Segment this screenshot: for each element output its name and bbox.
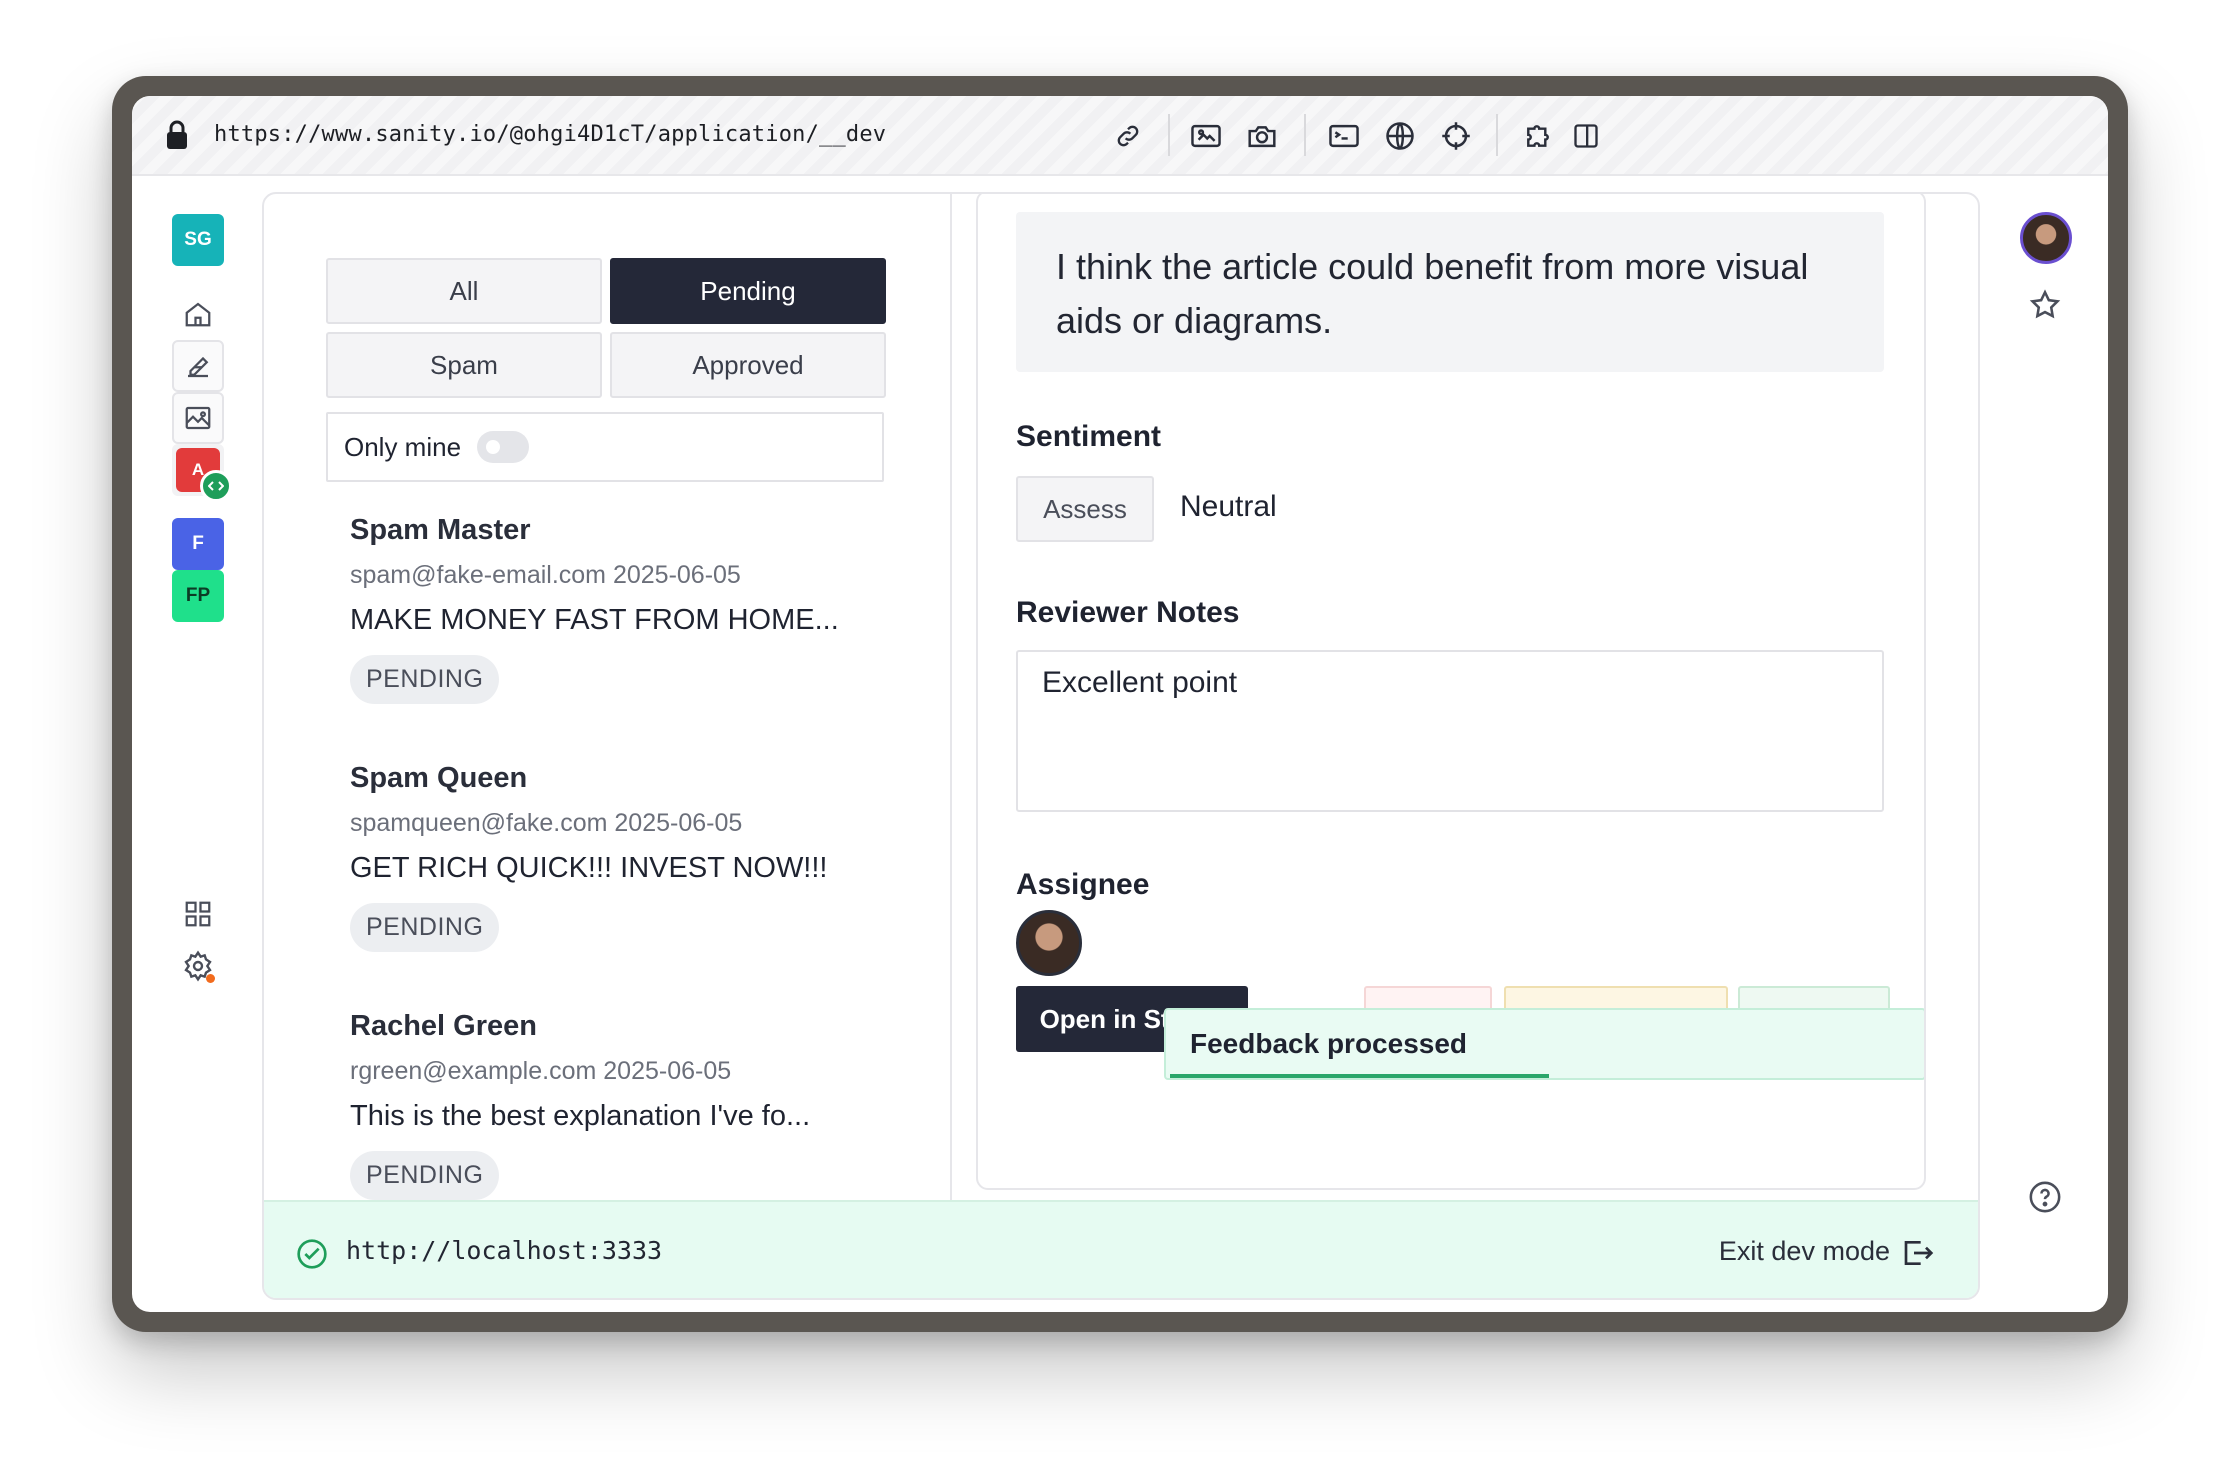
status-badge: PENDING [350,655,500,704]
entry-meta: rgreen@example.com 2025-06-05 [350,1057,732,1085]
toast-message: Feedback processed [1190,1028,1468,1059]
apps-grid-icon[interactable] [172,888,224,940]
entry-name: Spam Queen [350,762,528,794]
list-item[interactable]: Spam Queen spamqueen@fake.com 2025-06-05… [350,762,910,952]
screenshot-area-icon[interactable] [1184,114,1228,158]
dev-server-url: http://localhost:3333 [346,1236,663,1265]
star-icon[interactable] [2028,288,2062,327]
filter-spam-button[interactable]: Spam [326,332,602,398]
separator [1304,114,1306,156]
exit-dev-mode-label: Exit dev mode [1718,1236,1890,1266]
entry-text: MAKE MONEY FAST FROM HOME... [350,604,839,636]
browser-window: https://www.sanity.io/@ohgi4D1cT/applica… [132,96,2108,1312]
feedback-comment: I think the article could benefit from m… [1016,212,1884,372]
extensions-icon[interactable] [1516,114,1560,158]
image-icon[interactable] [172,392,224,444]
globe-icon[interactable] [1378,114,1422,158]
entry-meta: spam@fake-email.com 2025-06-05 [350,561,741,589]
toast-progress-bar [1170,1074,1549,1078]
list-item[interactable]: Rachel Green rgreen@example.com 2025-06-… [350,1010,910,1200]
link-icon[interactable] [1106,114,1150,158]
status-badge: PENDING [350,1151,500,1200]
assignee-label: Assignee [1016,868,1150,901]
right-rail [1994,178,2108,1312]
list-item[interactable]: Spam Master spam@fake-email.com 2025-06-… [350,514,910,704]
separator [1168,114,1170,156]
home-icon[interactable] [172,288,224,340]
avatar[interactable] [1016,910,1082,976]
app-panel: All Pending Spam Approved Only mine Spam… [262,192,1980,1300]
entry-name: Spam Master [350,514,531,546]
sentiment-label: Sentiment [1016,420,1162,453]
entry-text: GET RICH QUICK!!! INVEST NOW!!! [350,852,828,884]
toast-notification: Feedback processed [1164,1008,1924,1080]
settings-gear-icon[interactable] [172,940,224,992]
workspace-badge[interactable]: SG [172,214,224,266]
feedback-detail-pane: I think the article could benefit from m… [976,194,1926,1190]
reviewer-notes-field[interactable]: Excellent point [1016,650,1884,812]
app-badge-fp[interactable]: FP [172,570,224,622]
app-badge-f[interactable]: F [172,518,224,570]
terminal-icon[interactable] [1322,114,1366,158]
dev-mode-icon [200,470,232,502]
entry-name: Rachel Green [350,1010,537,1042]
filter-approved-button[interactable]: Approved [610,332,886,398]
crosshair-icon[interactable] [1434,114,1478,158]
filter-all-button[interactable]: All [326,258,602,324]
dev-mode-bar: http://localhost:3333 Exit dev mode [264,1200,1978,1298]
separator [1496,114,1498,156]
edit-icon[interactable] [172,340,224,392]
entry-text: This is the best explanation I've fo... [350,1100,811,1132]
feedback-list-pane: All Pending Spam Approved Only mine Spam… [264,194,952,1200]
assess-button[interactable]: Assess [1016,476,1154,542]
only-mine-toggle[interactable] [477,431,530,463]
check-circle-icon [297,1239,327,1269]
only-mine-label: Only mine [344,431,462,462]
reviewer-notes-label: Reviewer Notes [1016,596,1240,629]
split-view-icon[interactable] [1564,114,1608,158]
status-badge: PENDING [350,903,500,952]
app-a-selected[interactable]: A [172,444,232,502]
url-bar: https://www.sanity.io/@ohgi4D1cT/applica… [132,96,2108,176]
user-avatar[interactable] [2020,212,2072,264]
filter-pending-button[interactable]: Pending [610,258,886,324]
url-text[interactable]: https://www.sanity.io/@ohgi4D1cT/applica… [214,122,886,147]
notification-dot [206,974,215,983]
only-mine-filter: Only mine [326,412,884,482]
entry-meta: spamqueen@fake.com 2025-06-05 [350,809,743,837]
sentiment-value: Neutral [1180,490,1277,523]
exit-dev-mode-button[interactable]: Exit dev mode [1719,1236,1890,1267]
camera-icon[interactable] [1240,114,1284,158]
exit-icon[interactable] [1902,1238,1934,1268]
left-rail: SG A F FP [132,178,262,1312]
help-icon[interactable] [2028,1180,2062,1219]
lock-icon [167,120,187,149]
